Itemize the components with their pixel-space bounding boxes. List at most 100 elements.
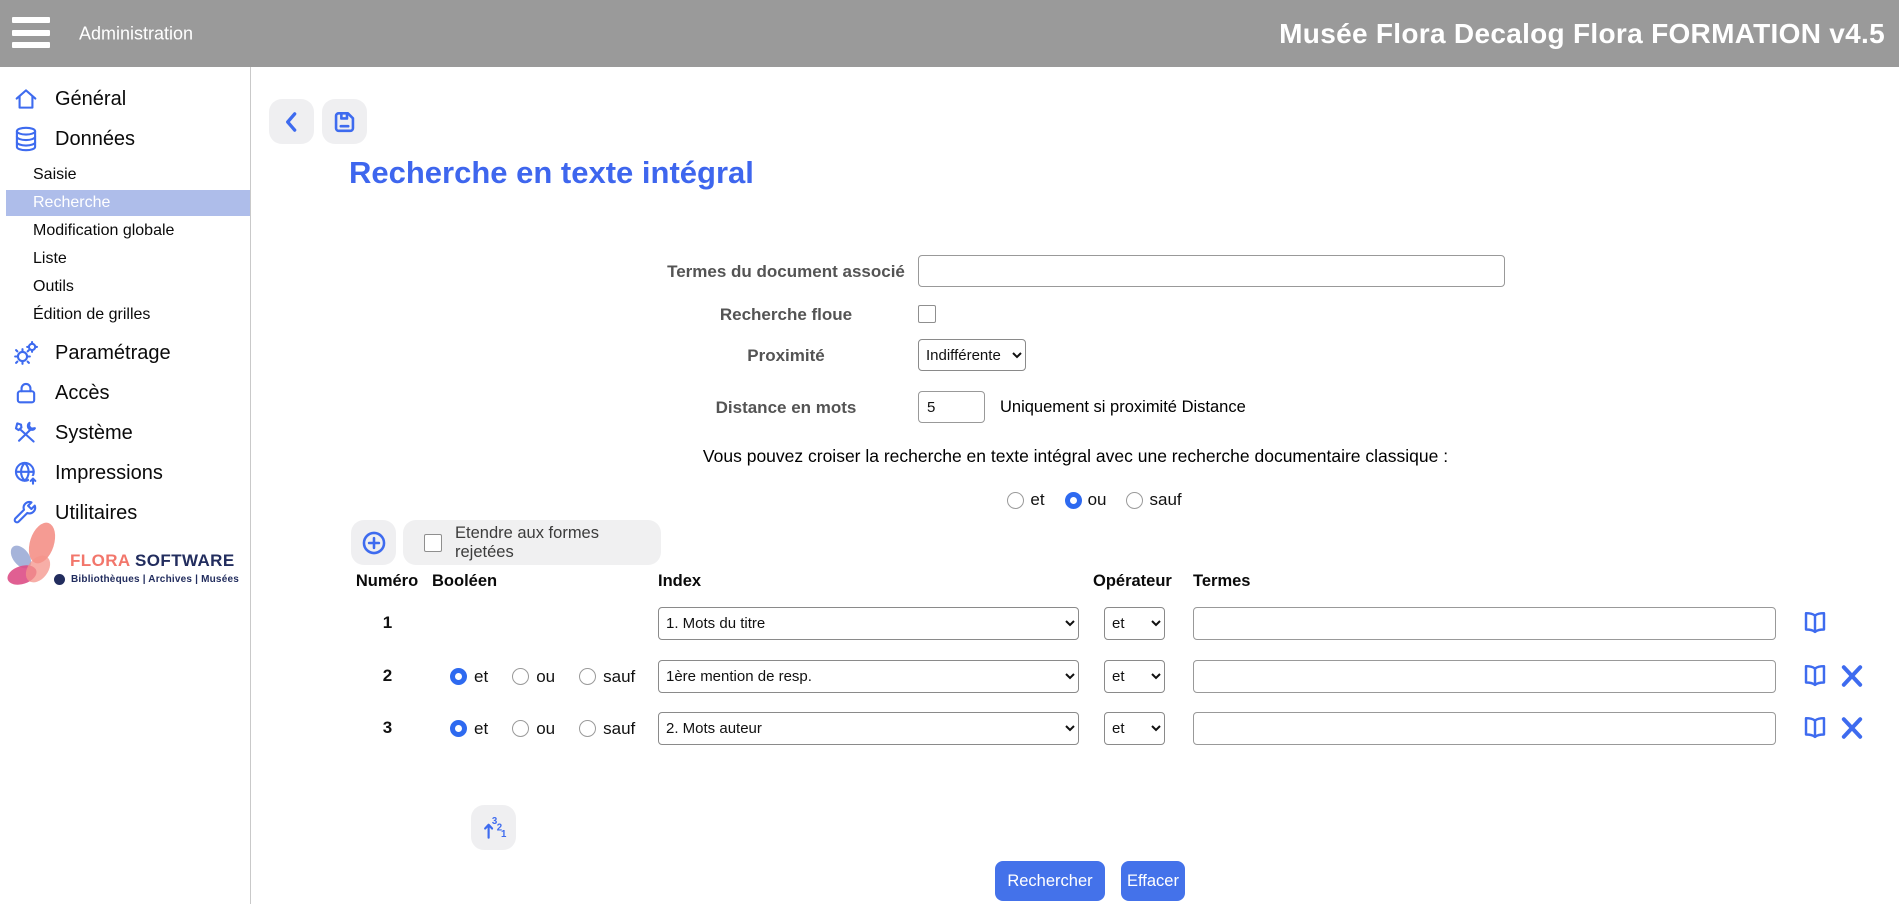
save-button[interactable] [322, 99, 367, 144]
sidebar-item-edition-grilles[interactable]: Édition de grilles [0, 302, 250, 328]
open-book-icon [1801, 714, 1829, 742]
bool2-sauf-label[interactable]: sauf [603, 667, 635, 687]
database-icon [12, 125, 40, 153]
proximite-select[interactable]: Indifférente [918, 339, 1026, 371]
combine-et-label[interactable]: et [1030, 490, 1044, 510]
combine-et-radio[interactable] [1007, 492, 1024, 509]
recherche-floue-label: Recherche floue [656, 305, 916, 325]
bool2-et-radio[interactable] [450, 668, 467, 685]
save-icon [331, 108, 358, 135]
sidebar-submenu: Saisie Recherche Modification globale Li… [0, 162, 250, 328]
bool2-ou-label[interactable]: ou [536, 667, 555, 687]
delete-x-icon [1838, 662, 1866, 690]
sidebar-item-label: Général [55, 88, 126, 111]
distance-label: Distance en mots [656, 398, 916, 418]
sidebar-item-general[interactable]: Général [0, 79, 250, 119]
logo-brand: FLORA SOFTWARE [70, 551, 239, 571]
sidebar-item-liste[interactable]: Liste [0, 246, 250, 272]
row-number: 3 [360, 718, 415, 738]
sort-numeric-icon: 321 [480, 814, 508, 842]
svg-text:1: 1 [501, 829, 507, 840]
operator-select-2[interactable]: et [1104, 660, 1165, 693]
search-button[interactable]: Rechercher [995, 861, 1105, 901]
boolean-group-2: et ou sauf [450, 660, 635, 693]
proximite-label: Proximité [656, 346, 916, 366]
col-header-booleen: Booléen [432, 572, 497, 591]
clear-button[interactable]: Effacer [1121, 861, 1185, 901]
termes-doc-label: Termes du document associé [656, 262, 916, 282]
bool3-ou-label[interactable]: ou [536, 719, 555, 739]
combine-ou-radio[interactable] [1065, 492, 1082, 509]
termes-input-1[interactable] [1193, 607, 1776, 640]
gears-icon [12, 339, 40, 367]
top-bar: Administration Musée Flora Decalog Flora… [0, 0, 1899, 67]
open-book-icon [1801, 609, 1829, 637]
bool3-et-label[interactable]: et [474, 719, 488, 739]
open-book-icon [1801, 662, 1829, 690]
globe-icon [12, 459, 40, 487]
recherche-floue-checkbox[interactable] [918, 305, 936, 323]
sort-criteria-button[interactable]: 321 [471, 805, 516, 850]
sidebar-item-parametrage[interactable]: Paramétrage [0, 333, 250, 373]
criterion-row: 2 et ou sauf 1ère mention de resp. et [252, 660, 1899, 693]
home-icon [12, 85, 40, 113]
sidebar-item-donnees[interactable]: Données [0, 119, 250, 159]
sidebar-item-systeme[interactable]: Système [0, 413, 250, 453]
sidebar-item-modification-globale[interactable]: Modification globale [0, 218, 250, 244]
termes-doc-input[interactable] [918, 255, 1505, 287]
index-select-1[interactable]: 1. Mots du titre [658, 607, 1079, 640]
sidebar-item-label: Paramétrage [55, 342, 171, 365]
delete-row-button-2[interactable] [1837, 662, 1867, 692]
sidebar-item-outils[interactable]: Outils [0, 274, 250, 300]
page-title: Recherche en texte intégral [349, 155, 754, 191]
hamburger-icon[interactable] [12, 17, 50, 48]
logo-dot [54, 574, 65, 585]
index-select-2[interactable]: 1ère mention de resp. [658, 660, 1079, 693]
etendre-formes-label: Etendre aux formes rejetées [455, 524, 661, 562]
app-screen: Administration Musée Flora Decalog Flora… [0, 0, 1899, 904]
index-browse-button-2[interactable] [1800, 662, 1830, 692]
index-select-3[interactable]: 2. Mots auteur [658, 712, 1079, 745]
bool3-sauf-radio[interactable] [579, 720, 596, 737]
tools-icon [12, 419, 40, 447]
operator-select-1[interactable]: et [1104, 607, 1165, 640]
criterion-row: 1 1. Mots du titre et [252, 607, 1899, 640]
etendre-formes-box: Etendre aux formes rejetées [403, 520, 661, 565]
row-number: 2 [360, 666, 415, 686]
add-criterion-button[interactable] [351, 520, 396, 565]
bool2-et-label[interactable]: et [474, 667, 488, 687]
termes-input-2[interactable] [1193, 660, 1776, 693]
row-number: 1 [360, 613, 415, 633]
sidebar-item-recherche[interactable]: Recherche [6, 190, 250, 216]
sidebar-item-impressions[interactable]: Impressions [0, 453, 250, 493]
col-header-operateur: Opérateur [1093, 572, 1172, 591]
combine-sauf-label[interactable]: sauf [1149, 490, 1181, 510]
back-button[interactable] [269, 99, 314, 144]
sidebar-item-saisie[interactable]: Saisie [0, 162, 250, 188]
lock-icon [12, 379, 40, 407]
col-header-termes: Termes [1193, 572, 1250, 591]
termes-input-3[interactable] [1193, 712, 1776, 745]
delete-x-icon [1838, 714, 1866, 742]
index-browse-button-1[interactable] [1800, 609, 1830, 639]
bool3-et-radio[interactable] [450, 720, 467, 737]
logo-tagline: Bibliothèques | Archives | Musées [71, 574, 239, 585]
distance-input[interactable] [918, 391, 985, 423]
index-browse-button-3[interactable] [1800, 714, 1830, 744]
bool3-ou-radio[interactable] [512, 720, 529, 737]
col-header-index: Index [658, 572, 701, 591]
sidebar-item-acces[interactable]: Accès [0, 373, 250, 413]
criterion-row: 3 et ou sauf 2. Mots auteur et [252, 712, 1899, 745]
bool2-sauf-radio[interactable] [579, 668, 596, 685]
combine-sauf-radio[interactable] [1126, 492, 1143, 509]
sidebar-item-label: Accès [55, 382, 109, 405]
combine-operator-group: et ou sauf [252, 490, 1899, 510]
col-header-numero: Numéro [356, 572, 418, 591]
bool2-ou-radio[interactable] [512, 668, 529, 685]
back-icon [279, 109, 305, 135]
etendre-formes-checkbox[interactable] [424, 534, 442, 552]
operator-select-3[interactable]: et [1104, 712, 1165, 745]
combine-ou-label[interactable]: ou [1088, 490, 1107, 510]
bool3-sauf-label[interactable]: sauf [603, 719, 635, 739]
delete-row-button-3[interactable] [1837, 714, 1867, 744]
